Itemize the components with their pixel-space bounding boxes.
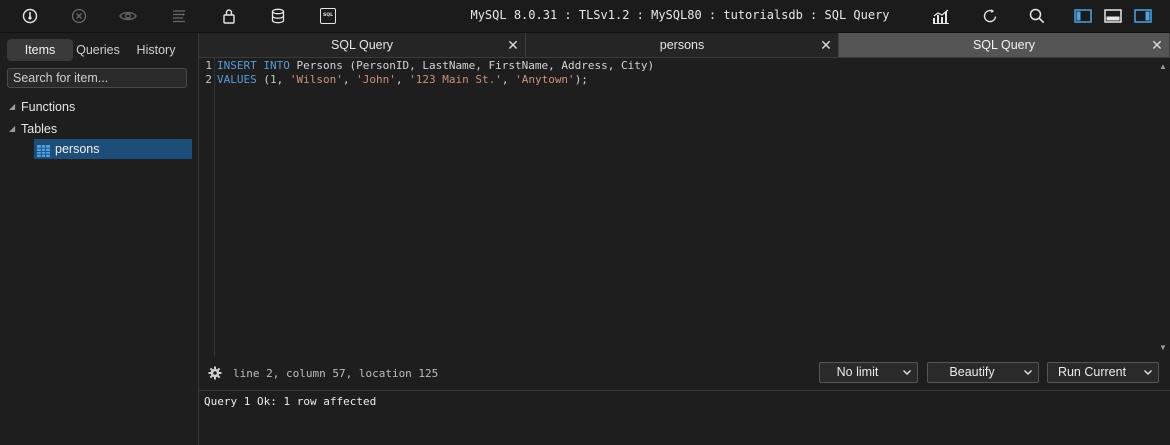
refresh-icon[interactable]	[980, 6, 1000, 26]
run-current-label: Run Current	[1057, 365, 1127, 379]
tree-item-persons[interactable]: persons	[34, 139, 192, 159]
sidebar-tabs: Items Queries History	[7, 39, 189, 61]
caret-right-icon: ◢	[9, 102, 16, 111]
toolbar: SQL MySQL 8.0.31 : TLSv1.2 : MySQL80 : t…	[0, 0, 1170, 33]
keyword: VALUES	[217, 73, 257, 86]
tree-item-tables[interactable]: ◢ Tables	[9, 119, 189, 139]
database-icon[interactable]	[268, 6, 288, 26]
code-line[interactable]: INSERT INTO Persons (PersonID, LastName,…	[217, 59, 654, 72]
tab-persons[interactable]: persons ✕	[526, 33, 839, 57]
string-literal: '123 Main St.'	[409, 73, 502, 86]
code-text: ,	[276, 73, 290, 86]
panel-right-icon[interactable]	[1133, 6, 1153, 26]
tab-label: SQL Query	[330, 38, 394, 52]
scroll-down-icon[interactable]: ▼	[1158, 343, 1168, 352]
tab-sql-query-2[interactable]: SQL Query ✕	[839, 33, 1170, 57]
string-literal: 'Anytown'	[515, 73, 575, 86]
chevron-down-icon	[903, 370, 911, 375]
chevron-down-icon[interactable]	[1023, 367, 1033, 377]
gear-icon[interactable]	[208, 366, 222, 383]
search-icon[interactable]	[1027, 6, 1047, 26]
code-text: Persons (PersonID, LastName, FirstName, …	[289, 59, 655, 72]
sql-badge: SQL	[320, 8, 336, 24]
tab-sql-query-1[interactable]: SQL Query ✕	[199, 33, 526, 57]
scroll-up-icon[interactable]: ▲	[1158, 62, 1168, 71]
keyword: INSERT	[217, 59, 257, 72]
line-gutter: 1 2	[199, 58, 215, 356]
eye-icon[interactable]	[118, 6, 138, 26]
close-icon[interactable]: ✕	[507, 33, 519, 57]
window-title: MySQL 8.0.31 : TLSv1.2 : MySQL80 : tutor…	[470, 8, 890, 22]
tab-label: persons	[659, 38, 705, 52]
panel-bottom-icon[interactable]	[1103, 6, 1123, 26]
search-input[interactable]	[7, 68, 187, 88]
result-message: Query 1 Ok: 1 row affected	[204, 395, 377, 408]
beautify-label: Beautify	[949, 365, 995, 379]
close-icon[interactable]: ✕	[820, 33, 832, 57]
code-line[interactable]: VALUES (1, 'Wilson', 'John', '123 Main S…	[217, 73, 588, 86]
run-current-button[interactable]: Run Current	[1047, 362, 1159, 383]
results-panel: Query 1 Ok: 1 row affected	[199, 391, 1170, 445]
chevron-down-icon[interactable]	[1143, 367, 1153, 377]
line-number: 1	[205, 59, 212, 72]
lock-icon[interactable]	[219, 6, 239, 26]
status-bar: line 2, column 57, location 125 No limit…	[199, 356, 1170, 391]
tree-label-functions: Functions	[21, 100, 76, 114]
disconnect-icon[interactable]	[69, 6, 89, 26]
tree-label-persons: persons	[55, 142, 100, 156]
keyword: INTO	[263, 59, 290, 72]
sidebar-tab-items[interactable]: Items	[7, 39, 73, 61]
sql-icon[interactable]: SQL	[318, 6, 338, 26]
limit-select-value: No limit	[836, 365, 879, 379]
code-text: );	[574, 73, 588, 86]
string-literal: 'John'	[356, 73, 396, 86]
close-icon[interactable]: ✕	[1151, 33, 1163, 57]
sidebar-tab-queries[interactable]: Queries	[73, 39, 123, 61]
panel-left-icon[interactable]	[1073, 6, 1093, 26]
sql-editor[interactable]: 1 2 INSERT INTO Persons (PersonID, LastN…	[199, 58, 1170, 356]
number-literal: 1	[270, 73, 277, 86]
code-text: ,	[342, 73, 357, 86]
limit-select[interactable]: No limit	[819, 362, 918, 383]
list-icon[interactable]	[169, 6, 189, 26]
code-text: ,	[395, 73, 410, 86]
tree-item-functions[interactable]: ◢ Functions	[9, 97, 189, 117]
cursor-position: line 2, column 57, location 125	[233, 367, 439, 380]
sidebar: Items Queries History ◢ Functions ◢ Tabl…	[0, 33, 199, 445]
sidebar-tab-history[interactable]: History	[131, 39, 181, 61]
string-literal: 'Wilson'	[289, 73, 343, 86]
code-text: (	[256, 73, 270, 86]
table-icon	[37, 143, 50, 163]
chart-icon[interactable]	[931, 6, 951, 26]
caret-down-icon: ◢	[9, 124, 16, 133]
code-text: ,	[501, 73, 516, 86]
tab-bar: SQL Query ✕ persons ✕ SQL Query ✕	[199, 33, 1170, 58]
tab-label: SQL Query	[972, 38, 1036, 52]
line-number: 2	[205, 73, 212, 86]
tree-label-tables: Tables	[21, 122, 58, 136]
connect-icon[interactable]	[20, 6, 40, 26]
beautify-button[interactable]: Beautify	[927, 362, 1039, 383]
